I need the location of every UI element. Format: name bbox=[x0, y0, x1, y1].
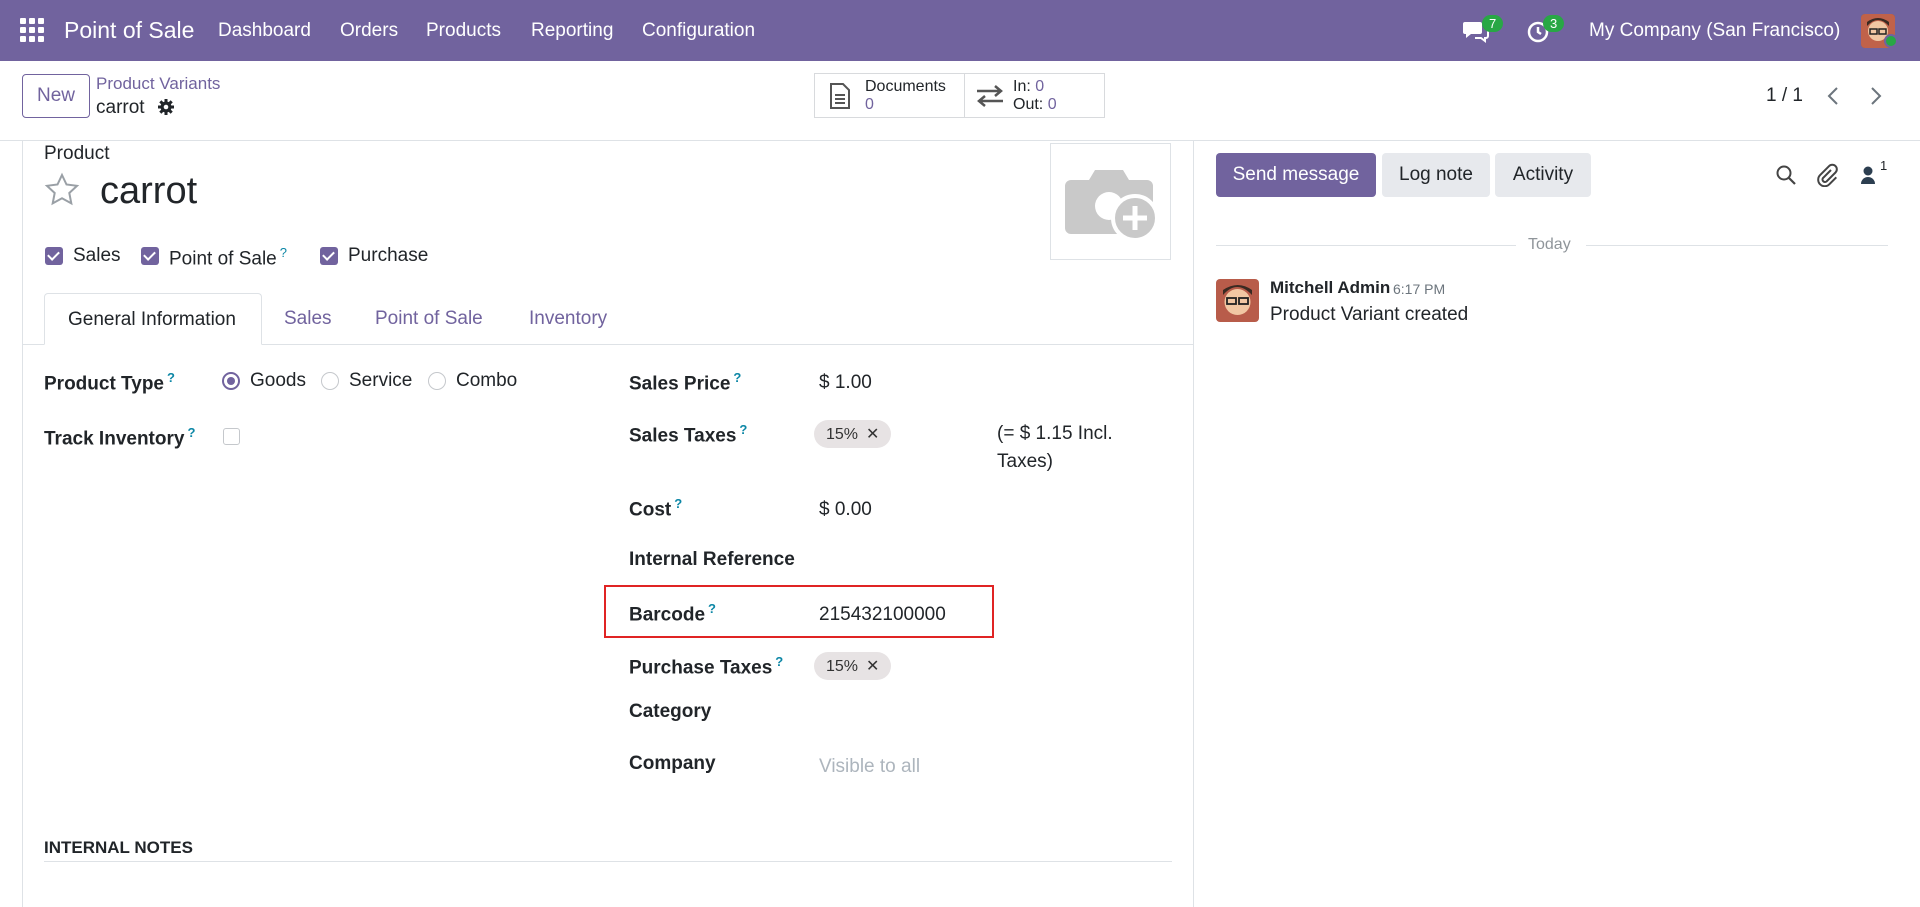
breadcrumb-current-record: carrot bbox=[96, 97, 145, 118]
barcode-label: Barcode bbox=[629, 604, 706, 626]
in-count: 0 bbox=[1035, 78, 1045, 95]
online-status-dot bbox=[1884, 34, 1898, 48]
tab-inventory[interactable]: Inventory bbox=[529, 308, 607, 330]
date-separator-line-left bbox=[1216, 245, 1516, 246]
followers-icon[interactable] bbox=[1860, 164, 1878, 186]
message-author-avatar[interactable] bbox=[1216, 279, 1259, 322]
track-inventory-label: Track Inventory bbox=[44, 428, 185, 450]
company-input[interactable]: Visible to all bbox=[819, 756, 920, 778]
internal-reference-label: Internal Reference bbox=[629, 549, 795, 570]
sales-taxes-label: Sales Taxes bbox=[629, 425, 737, 447]
category-input[interactable] bbox=[819, 701, 1149, 725]
sales-tax-tag[interactable]: 15% ✕ bbox=[814, 420, 892, 448]
internal-reference-input[interactable] bbox=[819, 549, 1149, 573]
pos-checkbox[interactable] bbox=[141, 247, 159, 265]
purchase-checkbox-label: Purchase bbox=[348, 245, 429, 266]
cost-input[interactable]: $ 0.00 bbox=[819, 499, 872, 521]
menu-dashboard[interactable]: Dashboard bbox=[218, 20, 311, 42]
log-note-button[interactable]: Log note bbox=[1382, 153, 1490, 197]
chevron-right-icon[interactable] bbox=[1869, 86, 1883, 106]
track-inventory-help-icon[interactable]: ? bbox=[187, 425, 195, 440]
pos-help-icon[interactable]: ? bbox=[280, 245, 287, 260]
followers-count: 1 bbox=[1880, 158, 1888, 173]
purchase-checkbox[interactable] bbox=[320, 247, 338, 265]
purchase-tax-remove-icon[interactable]: ✕ bbox=[866, 658, 879, 675]
messages-badge: 7 bbox=[1482, 15, 1504, 32]
product-type-service-label: Service bbox=[349, 370, 413, 391]
internal-notes-editor[interactable] bbox=[44, 874, 1172, 904]
activity-button[interactable]: Activity bbox=[1495, 153, 1591, 197]
menu-reporting[interactable]: Reporting bbox=[531, 20, 613, 42]
paperclip-icon[interactable] bbox=[1816, 163, 1838, 188]
sales-price-input[interactable]: $ 1.00 bbox=[819, 372, 872, 394]
pos-checkbox-label: Point of Sale bbox=[169, 248, 277, 270]
sales-checkbox[interactable] bbox=[45, 247, 63, 265]
date-separator-line-right bbox=[1586, 245, 1888, 246]
tab-general-information[interactable]: General Information bbox=[44, 293, 262, 345]
product-name[interactable]: carrot bbox=[100, 170, 197, 213]
barcode-input[interactable]: 215432100000 bbox=[819, 604, 946, 626]
product-type-label: Product Type bbox=[44, 373, 164, 395]
sales-price-help-icon[interactable]: ? bbox=[733, 370, 741, 385]
internal-notes-heading: INTERNAL NOTES bbox=[44, 838, 193, 857]
category-label: Category bbox=[629, 701, 712, 722]
sales-tax-tag-label: 15% bbox=[826, 426, 859, 443]
breadcrumb-product-variants[interactable]: Product Variants bbox=[96, 74, 220, 94]
sales-checkbox-label: Sales bbox=[73, 245, 121, 266]
tab-general-information-label: General Information bbox=[68, 309, 236, 330]
stock-moves-smart-button[interactable]: In: 0 Out: 0 bbox=[964, 73, 1105, 118]
transfer-arrows-icon bbox=[975, 84, 1005, 108]
product-type-combo-label: Combo bbox=[456, 370, 518, 391]
product-type-goods-label: Goods bbox=[250, 370, 306, 391]
app-name[interactable]: Point of Sale bbox=[64, 17, 194, 44]
purchase-tax-tag[interactable]: 15% ✕ bbox=[814, 652, 892, 680]
company-label: Company bbox=[629, 753, 716, 774]
document-icon bbox=[829, 82, 851, 110]
purchase-taxes-help-icon[interactable]: ? bbox=[775, 654, 783, 669]
apps-menu-icon[interactable] bbox=[20, 18, 46, 44]
chevron-left-icon[interactable] bbox=[1826, 86, 1840, 106]
internal-notes-divider bbox=[44, 861, 1172, 862]
menu-products[interactable]: Products bbox=[426, 20, 501, 42]
send-message-button[interactable]: Send message bbox=[1216, 153, 1376, 197]
product-field-label: Product bbox=[44, 143, 110, 164]
menu-orders[interactable]: Orders bbox=[340, 20, 398, 42]
date-separator: Today bbox=[1528, 236, 1571, 253]
activities-badge: 3 bbox=[1543, 15, 1565, 32]
new-button[interactable]: New bbox=[22, 74, 90, 118]
track-inventory-checkbox[interactable] bbox=[223, 428, 240, 445]
gear-icon[interactable] bbox=[157, 98, 175, 116]
top-navbar: Point of Sale Dashboard Orders Products … bbox=[0, 0, 1920, 61]
product-type-help-icon[interactable]: ? bbox=[167, 370, 175, 385]
incl-taxes-note: (= $ 1.15 Incl. Taxes) bbox=[997, 423, 1113, 472]
product-type-service-radio[interactable] bbox=[321, 372, 339, 390]
product-type-goods-radio[interactable] bbox=[222, 372, 240, 390]
company-switcher[interactable]: My Company (San Francisco) bbox=[1589, 20, 1840, 42]
search-icon[interactable] bbox=[1775, 164, 1797, 186]
favorite-star-icon[interactable] bbox=[44, 172, 80, 208]
out-label: Out: bbox=[1013, 96, 1044, 113]
pager-value[interactable]: 1 / 1 bbox=[1766, 85, 1803, 107]
sales-taxes-help-icon[interactable]: ? bbox=[739, 422, 747, 437]
tab-point-of-sale[interactable]: Point of Sale bbox=[375, 308, 483, 330]
out-count: 0 bbox=[1047, 96, 1057, 113]
cost-help-icon[interactable]: ? bbox=[674, 496, 682, 511]
documents-count: 0 bbox=[865, 96, 874, 113]
documents-smart-button[interactable]: Documents 0 bbox=[814, 73, 965, 118]
sales-price-label: Sales Price bbox=[629, 373, 731, 395]
purchase-tax-tag-label: 15% bbox=[826, 658, 859, 675]
tab-sales[interactable]: Sales bbox=[284, 308, 332, 330]
product-type-combo-radio[interactable] bbox=[428, 372, 446, 390]
message-body: Product Variant created bbox=[1270, 304, 1469, 325]
product-image-placeholder[interactable] bbox=[1050, 143, 1171, 260]
sales-tax-remove-icon[interactable]: ✕ bbox=[866, 426, 879, 443]
menu-configuration[interactable]: Configuration bbox=[642, 20, 755, 42]
documents-label: Documents bbox=[865, 78, 946, 95]
in-label: In: bbox=[1013, 78, 1031, 95]
message-time: 6:17 PM bbox=[1393, 281, 1446, 297]
purchase-taxes-label: Purchase Taxes bbox=[629, 657, 773, 679]
barcode-help-icon[interactable]: ? bbox=[708, 601, 716, 616]
message-author[interactable]: Mitchell Admin bbox=[1270, 278, 1390, 298]
cost-label: Cost bbox=[629, 499, 672, 521]
